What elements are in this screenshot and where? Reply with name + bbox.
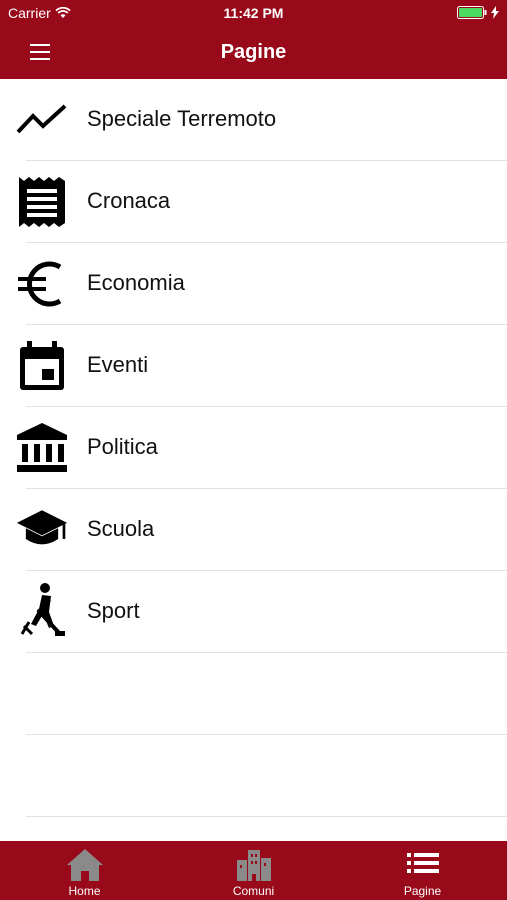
- tab-pagine-label: Pagine: [403, 884, 442, 898]
- tab-home-label: Home: [68, 884, 101, 898]
- empty-list-row: [26, 735, 507, 817]
- list-item-politica[interactable]: Politica: [17, 407, 507, 489]
- list-item-sport[interactable]: Sport: [20, 571, 507, 653]
- page-title: Pagine: [220, 41, 287, 63]
- list-item-speciale-terremoto[interactable]: Speciale Terremoto: [16, 79, 507, 161]
- navigation-bar: Pagine: [0, 26, 507, 79]
- list-item-economia[interactable]: Economia: [18, 243, 507, 325]
- list-item-scuola[interactable]: Scuola: [16, 489, 507, 571]
- charging-bolt-icon: [491, 6, 499, 19]
- battery-icon: [457, 6, 487, 19]
- list-item-eventi[interactable]: Eventi: [20, 325, 507, 407]
- list-icon: [406, 853, 439, 873]
- list-item-label: Sport: [87, 598, 140, 623]
- pages-list: Speciale Terremoto Cronaca Economia Even…: [0, 79, 507, 817]
- status-time: 11:42 PM: [223, 5, 284, 21]
- tab-comuni[interactable]: Comuni: [169, 841, 338, 900]
- euro-icon: [18, 261, 62, 307]
- home-icon: [66, 849, 103, 881]
- graduation-cap-icon: [16, 510, 68, 545]
- receipt-icon: [19, 177, 65, 227]
- tab-bar: Home Comuni Pagine: [0, 841, 507, 900]
- hockey-player-icon: [20, 583, 65, 636]
- empty-list-row: [26, 653, 507, 735]
- tab-pagine[interactable]: Pagine: [338, 841, 507, 900]
- tab-comuni-label: Comuni: [232, 884, 275, 898]
- status-bar: Carrier 11:42 PM: [0, 0, 507, 26]
- city-icon: [236, 850, 271, 881]
- battery-indicator: [457, 6, 499, 19]
- calendar-icon: [20, 341, 64, 390]
- list-item-label: Scuola: [87, 516, 155, 541]
- list-item-label: Politica: [87, 434, 158, 459]
- list-item-label: Cronaca: [87, 188, 171, 213]
- list-item-label: Eventi: [87, 352, 149, 377]
- tab-home[interactable]: Home: [0, 841, 169, 900]
- list-item-label: Speciale Terremoto: [87, 106, 277, 131]
- trend-line-icon: [16, 104, 67, 134]
- list-item-label: Economia: [87, 270, 185, 295]
- list-item-cronaca[interactable]: Cronaca: [19, 161, 507, 243]
- institution-icon: [17, 423, 67, 472]
